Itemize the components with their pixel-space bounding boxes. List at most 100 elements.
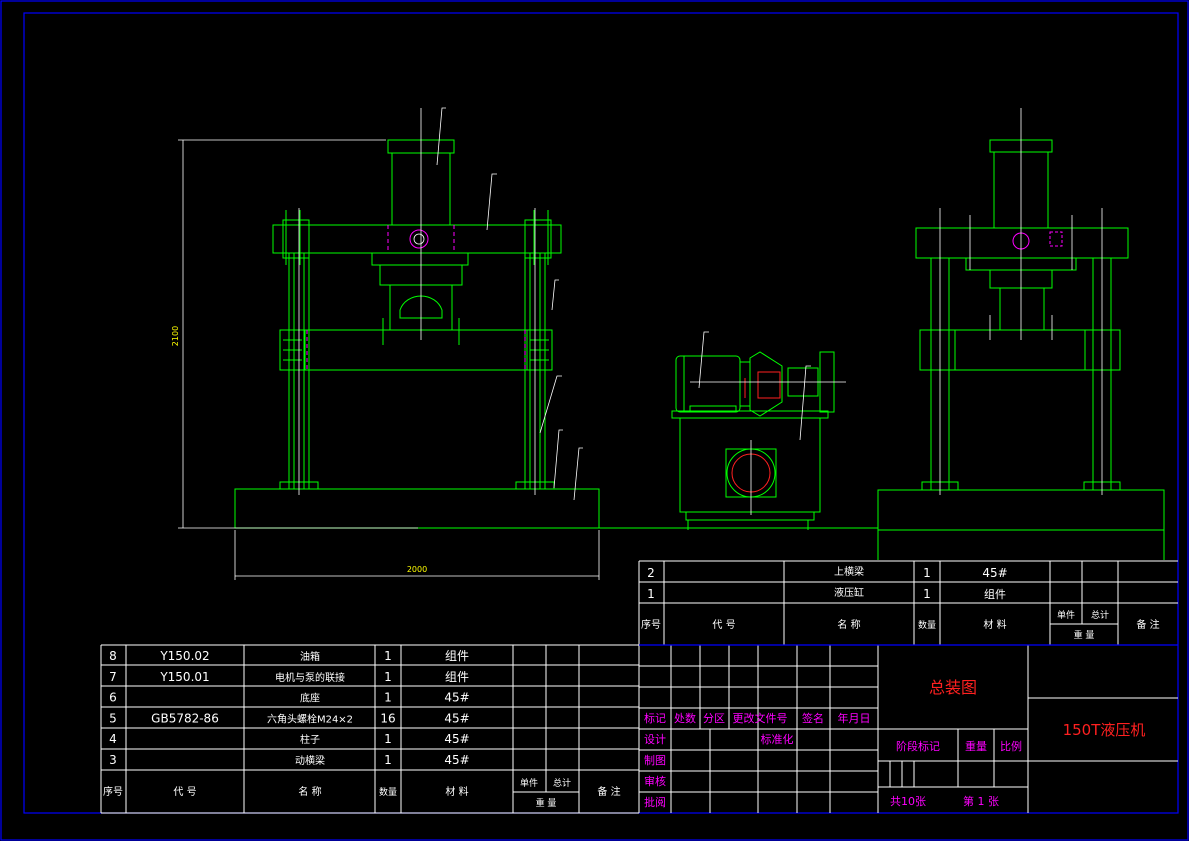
leader-2 (486, 173, 497, 231)
revision-label-count: 处数 (674, 712, 696, 725)
lower-header-material: 材 料 (445, 785, 468, 798)
signoff-approve: 批阅 (644, 795, 666, 809)
sheet-number: 第 1 张 (963, 794, 999, 808)
upper-header-code: 代 号 (712, 619, 735, 631)
signoff-drafting: 制图 (644, 754, 666, 767)
lower-row-name: 电机与泵的联接 (275, 671, 345, 684)
lower-row-name: 油箱 (300, 650, 320, 663)
lower-row-code: Y150.02 (159, 649, 209, 663)
lower-row-qty: 1 (384, 691, 392, 705)
inner-border (23, 12, 1179, 814)
standardize-label: 标准化 (761, 732, 794, 746)
width-dimension-text: 2000 (407, 565, 427, 574)
lower-row-material: 45# (444, 691, 469, 705)
upper-header-qty: 数量 (918, 619, 936, 631)
motor (675, 355, 741, 413)
upper-row-name: 液压缸 (834, 586, 864, 599)
side-ram (999, 287, 1045, 331)
lower-header-weight: 重 量 (536, 797, 557, 809)
stage-mark-label: 阶段标记 (896, 739, 940, 753)
upper-header-name: 名 称 (837, 618, 860, 631)
side-upper-crossbeam (915, 227, 1129, 259)
front-base (234, 488, 600, 529)
lower-row-qty: 1 (384, 753, 392, 767)
lower-header-seq: 序号 (103, 785, 123, 798)
upper-header-unit-weight: 单件 (1057, 609, 1075, 621)
front-view-hidden-lines (306, 225, 526, 370)
upper-row-material: 组件 (984, 587, 1006, 601)
upper-row-seq: 2 (647, 566, 655, 580)
leader-5 (553, 429, 563, 489)
front-view (234, 139, 878, 529)
lower-header-total-weight: 总计 (553, 777, 571, 789)
hydraulic-unit-centerlines (690, 331, 846, 515)
drawing-title: 总装图 (929, 678, 977, 697)
revision-label-zone: 分区 (703, 712, 725, 725)
lower-row-qty: 1 (384, 732, 392, 746)
leader-4 (539, 375, 562, 434)
revision-label-change-doc: 更改文件号 (733, 711, 788, 725)
leader-1 (436, 107, 446, 166)
upper-header-total-weight: 总计 (1091, 609, 1109, 621)
lower-row-material: 组件 (445, 649, 469, 663)
leader-3 (551, 279, 559, 311)
upper-row-name: 上横梁 (834, 565, 864, 578)
signoff-review: 审核 (644, 774, 666, 788)
lower-row-name: 六角头螺栓M24×2 (267, 712, 353, 725)
lower-header-qty: 数量 (379, 786, 397, 798)
height-dimension-text: 2100 (171, 326, 180, 346)
hydraulic-unit (671, 351, 835, 530)
side-view-centerlines (939, 108, 1103, 495)
lower-row-material: 45# (444, 711, 469, 725)
leader-8 (799, 365, 811, 441)
lower-row-name: 动横梁 (295, 754, 325, 767)
side-moving-crossbeam (919, 329, 1121, 371)
lower-row-qty: 1 (384, 649, 392, 663)
lower-header-name: 名 称 (298, 785, 321, 798)
lower-row-material: 45# (444, 732, 469, 746)
lower-row-code: GB5782-86 (151, 711, 219, 725)
lower-row-name: 底座 (300, 692, 320, 705)
product-name: 150T液压机 (1063, 721, 1146, 739)
scale-label: 比例 (1000, 739, 1022, 753)
upper-row-material: 45# (982, 566, 1007, 580)
assembly-drawing: 2100 2000 2 上横梁 1 45# 1 液压缸 1 组件 序号 代 号 … (0, 0, 1189, 841)
hydraulic-unit-red (731, 371, 781, 493)
upper-row-seq: 1 (647, 587, 655, 601)
lower-row-material: 组件 (445, 670, 469, 684)
lower-parts-headers: 序号 代 号 名 称 数量 材 料 单件 总计 重 量 备 注 (103, 777, 621, 809)
front-pin-circle (409, 229, 429, 249)
coupling (749, 351, 783, 417)
weight-label: 重量 (965, 739, 987, 753)
upper-header-seq: 序号 (641, 618, 661, 631)
lower-header-remark: 备 注 (597, 785, 620, 798)
lower-header-code: 代 号 (173, 786, 196, 798)
front-moving-crossbeam (304, 329, 528, 371)
lower-row-seq: 5 (109, 711, 117, 725)
revision-label-date: 年月日 (838, 711, 871, 725)
side-base (877, 489, 1165, 531)
leader-7 (698, 331, 709, 389)
side-view-hidden-lines (1012, 231, 1063, 250)
lower-row-material: 45# (444, 753, 469, 767)
lower-row-seq: 6 (109, 691, 117, 705)
leader-6 (573, 447, 583, 501)
upper-header-material: 材 料 (983, 618, 1006, 631)
oil-tank (679, 417, 821, 513)
lower-row-seq: 3 (109, 753, 117, 767)
upper-row-qty: 1 (923, 566, 931, 580)
lower-row-code: Y150.01 (159, 670, 209, 684)
lower-row-qty: 16 (380, 711, 395, 725)
lower-row-seq: 7 (109, 670, 117, 684)
upper-row-qty: 1 (923, 587, 931, 601)
lower-row-name: 柱子 (300, 733, 320, 746)
upper-header-weight: 重 量 (1074, 629, 1095, 641)
lower-header-unit-weight: 单件 (520, 777, 538, 789)
lower-row-seq: 8 (109, 649, 117, 663)
revision-label-signature: 签名 (802, 711, 824, 725)
signoff-design: 设计 (644, 733, 666, 746)
upper-header-remark: 备 注 (1136, 618, 1159, 631)
lower-row-seq: 4 (109, 732, 117, 746)
revision-label-mark: 标记 (644, 711, 666, 725)
front-upper-crossbeam (272, 224, 562, 254)
